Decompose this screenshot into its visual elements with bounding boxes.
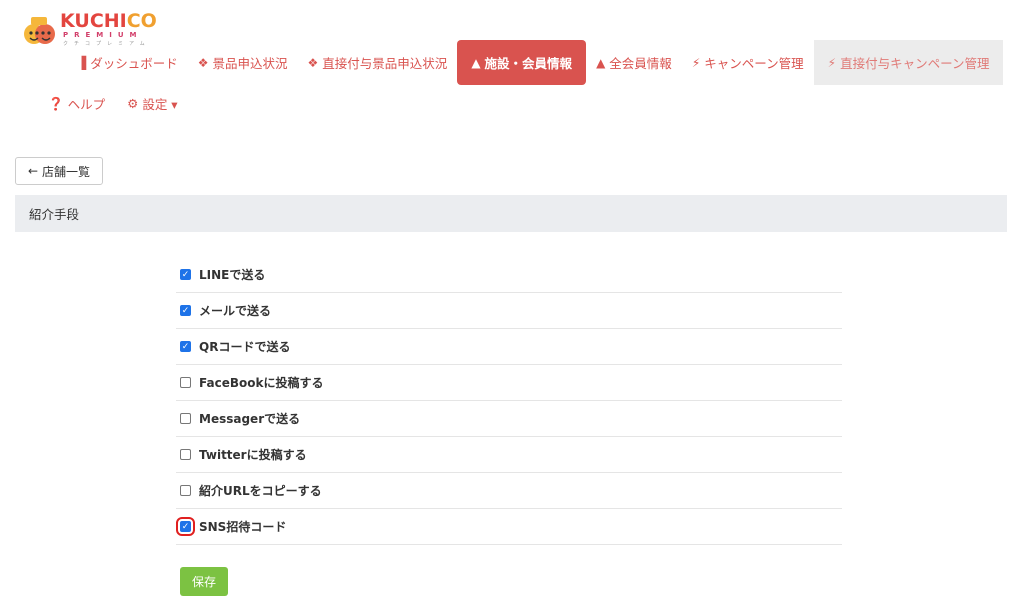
option-checkbox[interactable] (180, 449, 191, 460)
nav-help-label: ヘルプ (67, 97, 106, 112)
option-label[interactable]: LINEで送る (199, 266, 265, 283)
gift-icon: ❖ (307, 55, 319, 70)
lightning-icon: ⚡ (691, 55, 701, 70)
nav-item-label: 全会員情報 (609, 56, 672, 71)
option-checkbox[interactable]: ✓ (176, 517, 195, 536)
nav-settings-dropdown[interactable]: ⚙ 設定 ▾ (127, 94, 177, 113)
nav-item-0[interactable]: ▐ ダッシュボード (67, 40, 188, 85)
help-icon: ❓ (48, 95, 64, 111)
option-label[interactable]: FaceBookに投稿する (199, 374, 323, 391)
option-checkbox[interactable] (180, 413, 191, 424)
option-checkbox[interactable]: ✓ (180, 269, 191, 280)
main-nav: ▐ ダッシュボード ❖ 景品申込状況 ❖ 直接付与景品申込状況 ▲ 施設・会員情報 ▲ 全会員情報… (67, 40, 1004, 85)
back-button-label: 店舗一覧 (42, 164, 91, 179)
user-icon: ▲ (471, 55, 481, 70)
nav-item-label: キャンペーン管理 (704, 56, 804, 71)
nav-item-2[interactable]: ❖ 直接付与景品申込状況 (298, 40, 458, 85)
nav-item-label: ダッシュボード (90, 56, 178, 71)
option-checkbox[interactable] (180, 485, 191, 496)
option-label[interactable]: SNS招待コード (199, 518, 286, 535)
option-row: ✓ メールで送る (176, 293, 842, 329)
option-row: ✓ QRコードで送る (176, 329, 842, 365)
gear-icon: ⚙ (127, 96, 139, 111)
user-icon: ▲ (596, 55, 606, 70)
option-label[interactable]: QRコードで送る (199, 338, 290, 355)
nav-item-1[interactable]: ❖ 景品申込状況 (188, 40, 298, 85)
gift-icon: ❖ (197, 55, 209, 70)
brand-name-part1: KUCHI (60, 10, 127, 32)
option-row: FaceBookに投稿する (176, 365, 842, 401)
lightning-icon: ⚡ (827, 55, 837, 70)
nav-help[interactable]: ❓ ヘルプ (48, 94, 105, 113)
bar-chart-icon: ▐ (77, 55, 87, 70)
nav-item-6[interactable]: ⚡ 直接付与キャンペーン管理 (813, 40, 1004, 85)
section-header: 紹介手段 (15, 195, 1007, 232)
nav-settings-label: 設定 ▾ (142, 97, 178, 112)
option-label[interactable]: Twitterに投稿する (199, 446, 307, 463)
nav-item-3[interactable]: ▲ 施設・会員情報 (457, 40, 587, 85)
option-label[interactable]: メールで送る (199, 302, 271, 319)
section-title: 紹介手段 (29, 207, 80, 222)
options-list: ✓ LINEで送る ✓ メールで送る ✓ QRコードで送る FaceBookに投稿する Mes… (176, 257, 842, 545)
option-row: ✓ LINEで送る (176, 257, 842, 293)
option-checkbox[interactable]: ✓ (180, 341, 191, 352)
logo-face-icon (24, 17, 55, 44)
nav-item-label: 直接付与キャンペーン管理 (840, 56, 990, 71)
option-label[interactable]: Messagerで送る (199, 410, 300, 427)
save-button[interactable]: 保存 (180, 567, 228, 596)
arrow-left-icon: ← (27, 164, 39, 178)
nav-item-5[interactable]: ⚡ キャンペーン管理 (682, 40, 814, 85)
nav-item-label: 直接付与景品申込状況 (322, 56, 448, 71)
nav-item-label: 施設・会員情報 (484, 56, 573, 71)
option-label[interactable]: 紹介URLをコピーする (199, 482, 322, 499)
option-checkbox[interactable] (180, 377, 191, 388)
option-checkbox[interactable]: ✓ (180, 305, 191, 316)
brand-name-part2: CO (126, 10, 157, 32)
option-row: 紹介URLをコピーする (176, 473, 842, 509)
brand-tag: PREMIUM (63, 31, 143, 39)
option-row: Messagerで送る (176, 401, 842, 437)
option-row: Twitterに投稿する (176, 437, 842, 473)
secondary-nav: ❓ ヘルプ ⚙ 設定 ▾ (48, 94, 200, 113)
nav-item-label: 景品申込状況 (212, 56, 288, 71)
nav-item-4[interactable]: ▲ 全会員情報 (586, 40, 682, 85)
brand-name: KUCHICO (60, 10, 157, 32)
back-to-store-list-button[interactable]: ← 店舗一覧 (15, 157, 103, 185)
option-row: ✓ SNS招待コード (176, 509, 842, 545)
